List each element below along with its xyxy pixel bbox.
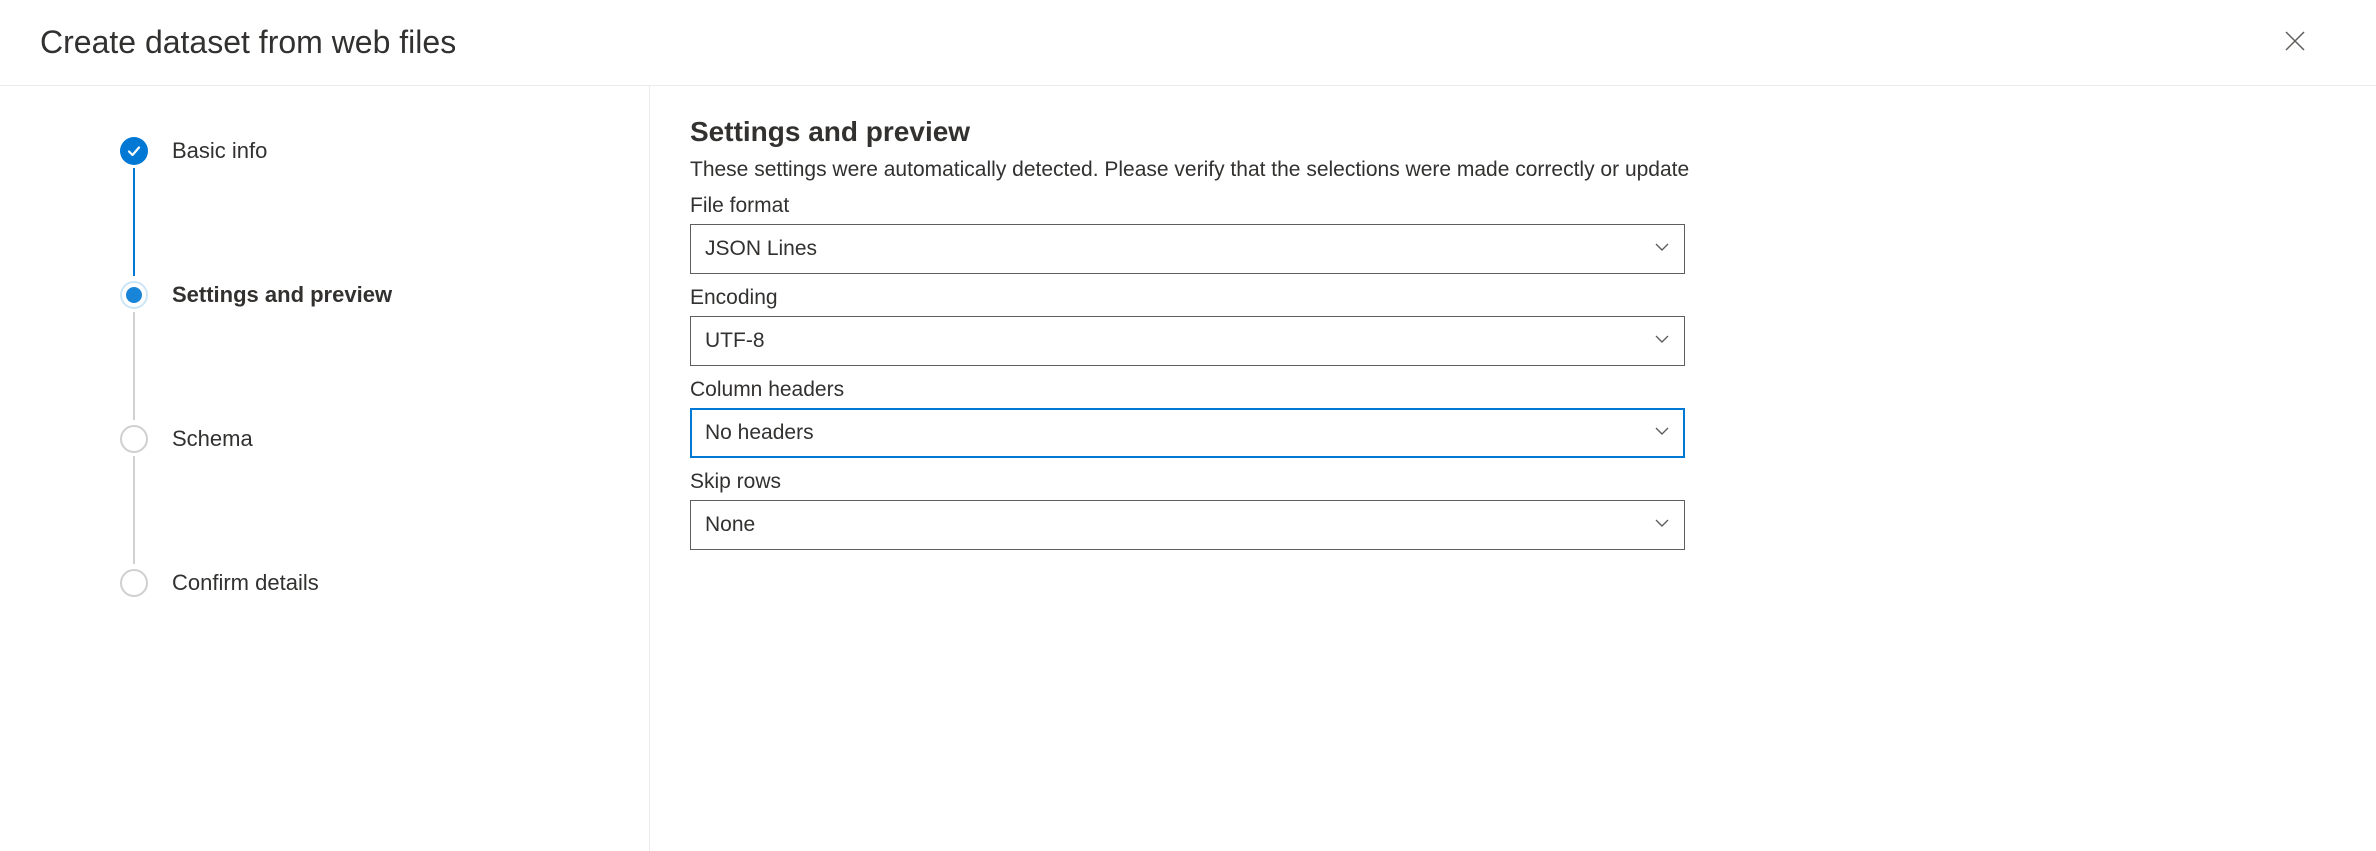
step-connector [133,312,135,420]
step-connector [133,456,135,564]
step-settings-preview[interactable]: Settings and preview [120,280,649,310]
wizard-steps: Basic info Settings and preview Schema C… [120,136,649,598]
skip-rows-dropdown[interactable]: None [690,500,1685,550]
step-label: Basic info [172,138,267,164]
field-label: Column headers [690,378,2336,402]
dropdown-value: None [705,513,755,537]
chevron-down-icon [1654,421,1670,445]
step-connector [133,168,135,276]
dropdown-value: JSON Lines [705,237,817,261]
field-file-format: File format JSON Lines [690,194,2336,274]
dropdown-value: UTF-8 [705,329,765,353]
chevron-down-icon [1654,513,1670,537]
close-icon [2284,30,2306,52]
step-label: Confirm details [172,570,319,596]
panel-heading: Settings and preview [690,116,2336,148]
field-label: File format [690,194,2336,218]
step-schema[interactable]: Schema [120,424,649,454]
step-basic-info[interactable]: Basic info [120,136,649,166]
step-label: Schema [172,426,253,452]
page-body: Basic info Settings and preview Schema C… [0,86,2376,851]
step-label: Settings and preview [172,282,392,308]
step-confirm-details[interactable]: Confirm details [120,568,649,598]
field-encoding: Encoding UTF-8 [690,286,2336,366]
step-indicator-pending [120,425,148,453]
step-indicator-current [120,281,148,309]
page-header: Create dataset from web files [0,0,2376,86]
dropdown-value: No headers [705,421,814,445]
check-icon [126,143,142,159]
column-headers-dropdown[interactable]: No headers [690,408,1685,458]
panel-description: These settings were automatically detect… [690,158,2336,182]
wizard-sidebar: Basic info Settings and preview Schema C… [0,86,650,851]
close-button[interactable] [2284,30,2306,56]
file-format-dropdown[interactable]: JSON Lines [690,224,1685,274]
encoding-dropdown[interactable]: UTF-8 [690,316,1685,366]
field-label: Skip rows [690,470,2336,494]
page-title: Create dataset from web files [40,24,456,61]
field-label: Encoding [690,286,2336,310]
chevron-down-icon [1654,237,1670,261]
step-indicator-pending [120,569,148,597]
step-indicator-complete [120,137,148,165]
field-skip-rows: Skip rows None [690,470,2336,550]
field-column-headers: Column headers No headers [690,378,2336,458]
content-panel: Settings and preview These settings were… [650,86,2376,851]
chevron-down-icon [1654,329,1670,353]
